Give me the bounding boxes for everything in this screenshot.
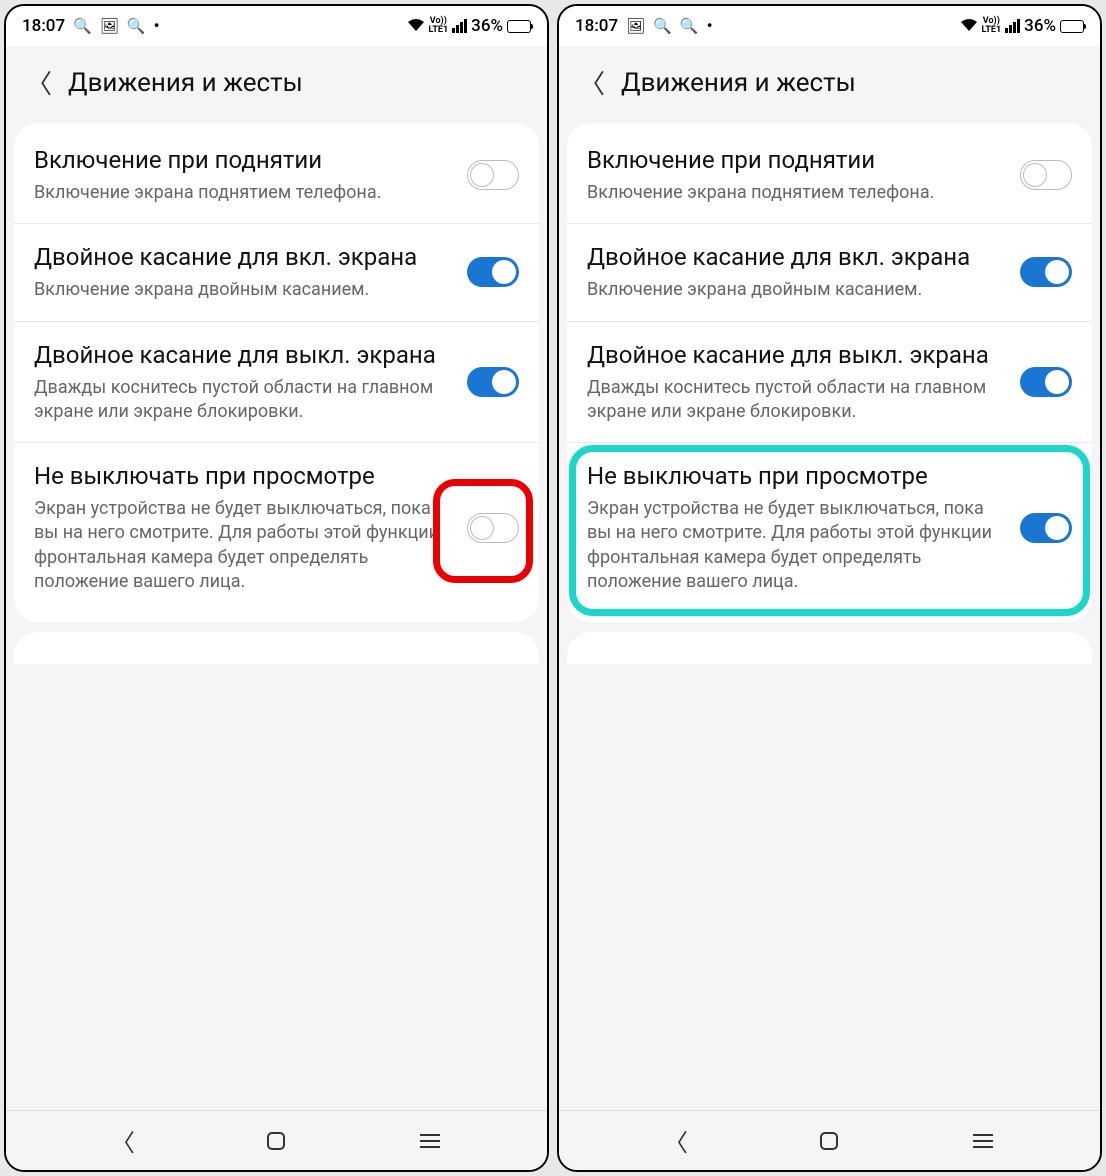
settings-card: Включение при поднятии Включение экрана … [567, 123, 1092, 622]
setting-desc: Включение экрана двойным касанием. [34, 278, 455, 302]
nav-bar: 〈 [6, 1110, 547, 1170]
status-time: 18:07 [575, 16, 618, 36]
setting-desc: Включение экрана двойным касанием. [587, 278, 1008, 302]
toggle-keep-screen-on[interactable] [1020, 513, 1072, 543]
setting-title: Двойное касание для выкл. экрана [34, 340, 455, 370]
phone-left: 18:07 🔍 🖼 🔍 • Vo))LTE1 36% 〈 Движения и … [4, 4, 549, 1172]
volte-indicator: Vo))LTE1 [981, 17, 1001, 35]
toggle-double-tap-on[interactable] [467, 257, 519, 287]
back-button[interactable]: 〈 [26, 64, 52, 101]
back-button[interactable]: 〈 [579, 64, 605, 101]
setting-title: Двойное касание для вкл. экрана [34, 242, 455, 272]
search-icon: 🔍 [73, 17, 92, 35]
setting-lift-to-wake[interactable]: Включение при поднятии Включение экрана … [14, 127, 539, 224]
search-icon-2: 🔍 [680, 17, 699, 35]
toggle-double-tap-off[interactable] [467, 367, 519, 397]
setting-lift-to-wake[interactable]: Включение при поднятии Включение экрана … [567, 127, 1092, 224]
page-title: Движения и жесты [621, 68, 856, 98]
setting-desc: Дважды коснитесь пустой области на главн… [34, 376, 455, 425]
setting-desc: Включение экрана поднятием телефона. [34, 181, 455, 205]
setting-title: Двойное касание для вкл. экрана [587, 242, 1008, 272]
battery-icon [1060, 20, 1084, 33]
toggle-double-tap-off[interactable] [1020, 367, 1072, 397]
gallery-icon: 🖼 [100, 17, 119, 35]
setting-double-tap-off[interactable]: Двойное касание для выкл. экрана Дважды … [567, 322, 1092, 444]
nav-back[interactable]: 〈 [656, 1121, 696, 1161]
nav-home[interactable] [809, 1121, 849, 1161]
gallery-icon: 🖼 [626, 17, 645, 35]
volte-indicator: Vo))LTE1 [428, 17, 448, 35]
setting-desc: Экран устройства не будет выключаться, п… [34, 497, 455, 594]
battery-percent: 36% [471, 16, 503, 36]
signal-icon [1005, 19, 1020, 33]
page-title: Движения и жесты [68, 68, 303, 98]
toggle-lift-to-wake[interactable] [467, 160, 519, 190]
dot-icon: • [154, 16, 160, 36]
toggle-lift-to-wake[interactable] [1020, 160, 1072, 190]
setting-double-tap-off[interactable]: Двойное касание для выкл. экрана Дважды … [14, 322, 539, 444]
dot-icon: • [707, 16, 713, 36]
status-bar: 18:07 🖼 🔍 🔍 • Vo))LTE1 36% [559, 6, 1100, 46]
setting-double-tap-on[interactable]: Двойное касание для вкл. экрана Включени… [567, 224, 1092, 321]
nav-recent[interactable] [410, 1121, 450, 1161]
nav-back[interactable]: 〈 [103, 1121, 143, 1161]
battery-icon [507, 20, 531, 33]
next-card-peek [14, 632, 539, 664]
nav-recent[interactable] [963, 1121, 1003, 1161]
wifi-icon [961, 17, 977, 35]
setting-keep-screen-on[interactable]: Не выключать при просмотре Экран устройс… [567, 443, 1092, 618]
status-bar: 18:07 🔍 🖼 🔍 • Vo))LTE1 36% [6, 6, 547, 46]
setting-title: Двойное касание для выкл. экрана [587, 340, 1008, 370]
nav-bar: 〈 [559, 1110, 1100, 1170]
setting-title: Включение при поднятии [34, 145, 455, 175]
setting-keep-screen-on[interactable]: Не выключать при просмотре Экран устройс… [14, 443, 539, 618]
setting-desc: Включение экрана поднятием телефона. [587, 181, 1008, 205]
settings-card: Включение при поднятии Включение экрана … [14, 123, 539, 622]
signal-icon [452, 19, 467, 33]
search-icon: 🔍 [653, 17, 672, 35]
next-card-peek [567, 632, 1092, 664]
page-header: 〈 Движения и жесты [6, 46, 547, 123]
setting-title: Включение при поднятии [587, 145, 1008, 175]
page-header: 〈 Движения и жесты [559, 46, 1100, 123]
toggle-keep-screen-on[interactable] [467, 513, 519, 543]
battery-percent: 36% [1024, 16, 1056, 36]
nav-home[interactable] [256, 1121, 296, 1161]
setting-desc: Экран устройства не будет выключаться, п… [587, 497, 1008, 594]
status-time: 18:07 [22, 16, 65, 36]
setting-title: Не выключать при просмотре [34, 461, 455, 491]
search-icon-2: 🔍 [127, 17, 146, 35]
wifi-icon [408, 17, 424, 35]
setting-title: Не выключать при просмотре [587, 461, 1008, 491]
setting-double-tap-on[interactable]: Двойное касание для вкл. экрана Включени… [14, 224, 539, 321]
toggle-double-tap-on[interactable] [1020, 257, 1072, 287]
setting-desc: Дважды коснитесь пустой области на главн… [587, 376, 1008, 425]
phone-right: 18:07 🖼 🔍 🔍 • Vo))LTE1 36% 〈 Движения и … [557, 4, 1102, 1172]
